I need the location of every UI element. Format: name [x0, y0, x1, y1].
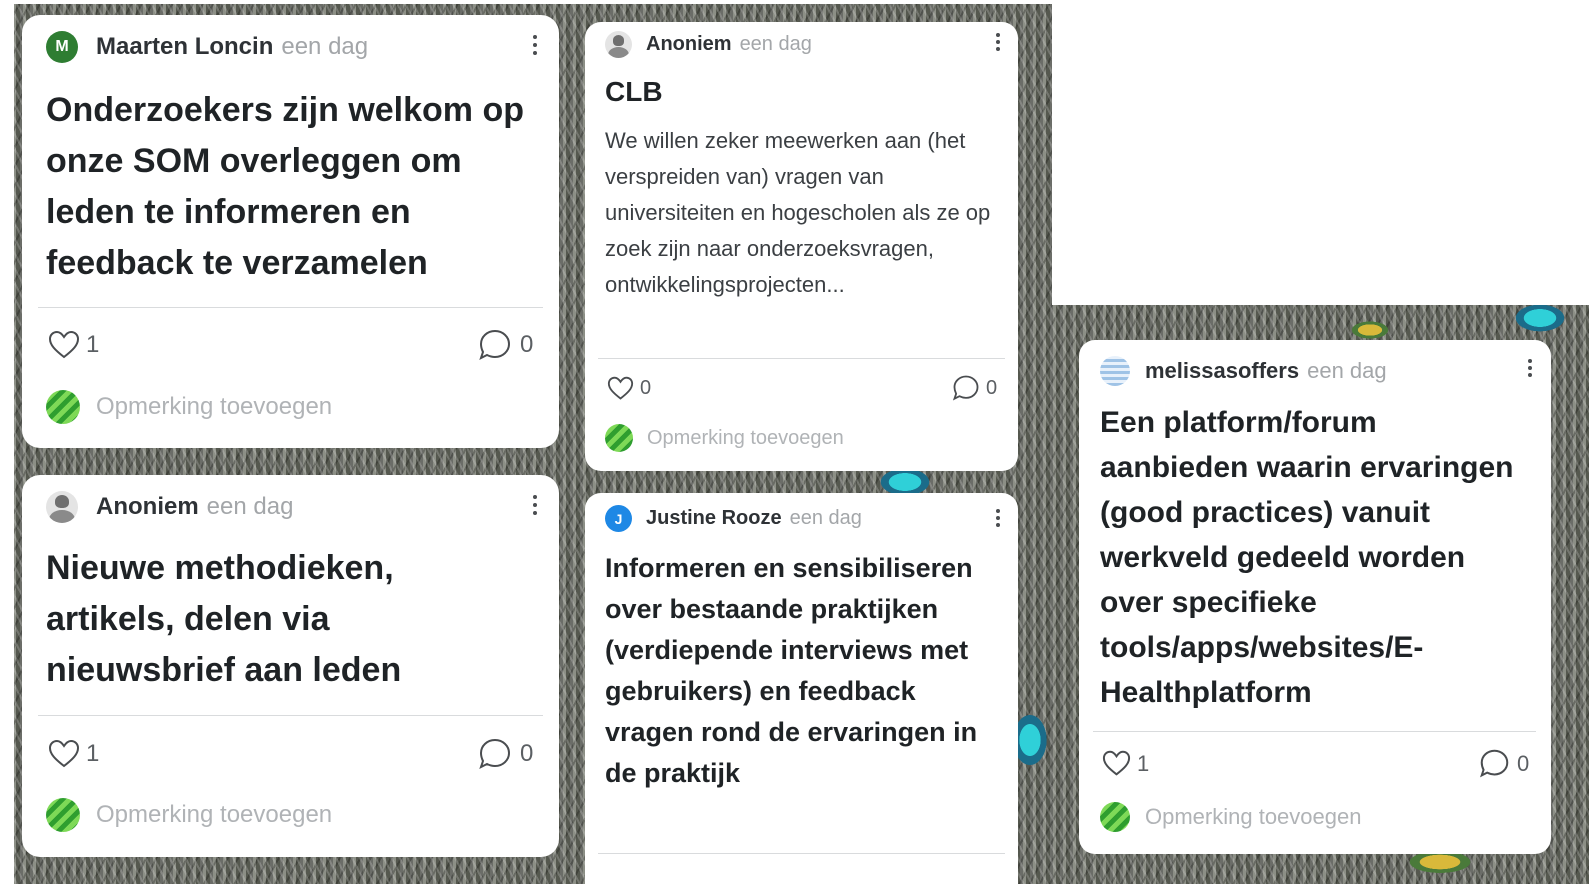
- comment-icon: [479, 329, 511, 360]
- author-name: melissasoffers: [1145, 358, 1300, 383]
- post-menu-button[interactable]: [1528, 359, 1532, 377]
- post-card[interactable]: M Maarten Loncin een dag Onderzoekers zi…: [22, 15, 559, 448]
- author-avatar: J: [605, 505, 632, 532]
- comment-count: 0: [1517, 750, 1530, 776]
- post-time: een dag: [206, 493, 294, 520]
- post-title: Informeren en sensibiliseren over bestaa…: [605, 553, 978, 788]
- comment-icon: [479, 738, 511, 769]
- top-edge: [0, 0, 1052, 4]
- comment-button[interactable]: 0: [478, 737, 533, 771]
- post-title: CLB: [605, 76, 663, 107]
- post-time: een dag: [739, 33, 812, 55]
- post-menu-button[interactable]: [996, 33, 1000, 51]
- like-count: 1: [86, 331, 100, 358]
- author-name: Maarten Loncin: [96, 33, 274, 60]
- post-header: Anoniem een dag: [46, 491, 293, 523]
- post-body: We willen zeker meewerken aan (het versp…: [605, 128, 991, 297]
- like-count: 0: [640, 377, 652, 399]
- post-card[interactable]: melissasoffers een dag Een platform/foru…: [1079, 340, 1551, 854]
- post-title: Een platform/forum aanbieden waarin erva…: [1100, 406, 1514, 709]
- comment-button[interactable]: 0: [478, 328, 533, 362]
- comment-button[interactable]: 0: [952, 374, 997, 402]
- user-avatar: [46, 798, 80, 832]
- user-avatar: [605, 424, 633, 452]
- add-comment-field[interactable]: Opmerking toevoegen: [46, 390, 332, 424]
- like-count: 1: [86, 740, 100, 767]
- post-time: een dag: [281, 33, 369, 60]
- card-divider: [598, 358, 1005, 359]
- heart-icon: [48, 330, 80, 359]
- heart-icon: [1102, 750, 1131, 776]
- user-avatar: [1100, 356, 1130, 386]
- user-avatar: [46, 390, 80, 424]
- add-comment-field[interactable]: Opmerking toevoegen: [605, 424, 844, 452]
- comment-count: 0: [986, 376, 998, 399]
- post-title: Onderzoekers zijn welkom op onze SOM ove…: [46, 91, 525, 282]
- post-header: Anoniem een dag: [605, 31, 812, 58]
- author-name: Anoniem: [96, 493, 199, 520]
- post-card[interactable]: Anoniem een dag Nieuwe methodieken, arti…: [22, 475, 559, 857]
- author-name: Anoniem: [646, 33, 732, 55]
- author-avatar: M: [46, 31, 78, 63]
- post-card[interactable]: J Justine Rooze een dag Informeren en se…: [585, 493, 1018, 884]
- left-edge: [0, 0, 14, 884]
- add-comment-placeholder: Opmerking toevoegen: [1145, 804, 1362, 829]
- like-button[interactable]: 1: [48, 739, 99, 769]
- card-divider: [38, 307, 543, 308]
- anonymous-avatar-icon: [46, 491, 78, 523]
- post-header: M Maarten Loncin een dag: [46, 31, 368, 63]
- like-button[interactable]: 0: [607, 376, 651, 401]
- card-divider: [38, 715, 543, 716]
- add-comment-placeholder: Opmerking toevoegen: [96, 393, 333, 420]
- post-time: een dag: [1307, 358, 1387, 383]
- heart-icon: [48, 739, 80, 768]
- add-comment-field[interactable]: Opmerking toevoegen: [46, 798, 332, 832]
- like-button[interactable]: 1: [48, 330, 99, 360]
- card-divider: [1093, 731, 1536, 732]
- comment-count: 0: [520, 331, 534, 358]
- add-comment-placeholder: Opmerking toevoegen: [647, 426, 844, 449]
- comment-icon: [1480, 749, 1509, 778]
- author-name: Justine Rooze: [646, 507, 782, 529]
- post-header: J Justine Rooze een dag: [605, 505, 862, 532]
- post-title: Nieuwe methodieken, artikels, delen via …: [46, 549, 402, 689]
- heart-icon: [607, 376, 634, 400]
- post-menu-button[interactable]: [533, 495, 537, 515]
- comment-count: 0: [520, 740, 534, 767]
- like-count: 1: [1137, 750, 1150, 776]
- post-card[interactable]: Anoniem een dag CLB We willen zeker meew…: [585, 22, 1018, 471]
- add-comment-placeholder: Opmerking toevoegen: [96, 801, 333, 828]
- post-menu-button[interactable]: [996, 509, 1000, 527]
- comment-icon: [952, 375, 979, 401]
- like-button[interactable]: 1: [1102, 750, 1149, 777]
- user-avatar: [1100, 802, 1130, 832]
- empty-column-area: [1052, 0, 1589, 305]
- add-comment-field[interactable]: Opmerking toevoegen: [1100, 802, 1361, 832]
- card-divider: [598, 853, 1005, 854]
- post-header: melissasoffers een dag: [1100, 356, 1387, 386]
- comment-button[interactable]: 0: [1479, 748, 1529, 779]
- post-menu-button[interactable]: [533, 35, 537, 55]
- anonymous-avatar-icon: [605, 31, 632, 58]
- post-time: een dag: [789, 507, 862, 529]
